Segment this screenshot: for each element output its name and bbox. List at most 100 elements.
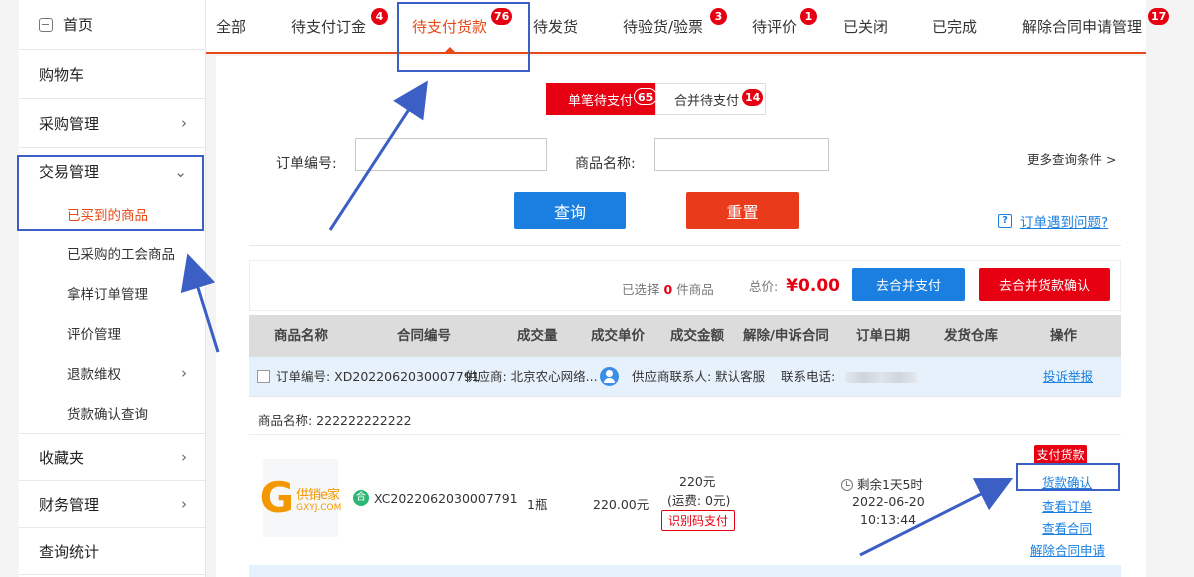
col-unit-price: 成交单价: [591, 328, 645, 344]
sidebar-item-home[interactable]: 首页: [19, 0, 205, 50]
remaining-text: 剩余1天5时: [857, 477, 923, 492]
tab-contract-termination[interactable]: 解除合同申请管理: [1022, 0, 1142, 52]
query-button[interactable]: 查询: [514, 192, 626, 229]
sidebar-subitem-refund[interactable]: 退款维权 ›: [19, 353, 205, 393]
view-order-link[interactable]: 查看订单: [1042, 496, 1092, 515]
order-no-input[interactable]: [355, 138, 547, 171]
tab-label: 已关闭: [843, 17, 889, 36]
logo-g: G: [259, 473, 295, 522]
col-terminate: 解除/申诉合同: [743, 328, 829, 344]
selected-count-value: 0: [663, 282, 673, 297]
sidebar-subitem-sample[interactable]: 拿样订单管理: [19, 273, 205, 313]
subtab-label: 合并待支付: [673, 93, 739, 109]
tab-label: 待评价: [752, 17, 798, 36]
tab-badge: 3: [710, 8, 727, 25]
tab-closed[interactable]: 已关闭: [843, 0, 888, 52]
col-actions: 操作: [1050, 328, 1077, 344]
sidebar-subitem-label: 已采购的工会商品: [67, 247, 175, 263]
sidebar-item-label: 查询统计: [39, 542, 100, 561]
contract-number[interactable]: XC2022062030007791: [374, 491, 518, 506]
subtab-badge: 14: [742, 89, 764, 106]
code-pay-badge[interactable]: 识别码支付: [661, 510, 736, 531]
contract-icon: 合: [353, 490, 369, 506]
order-date: 2022-06-20: [852, 494, 925, 509]
tab-review-pending[interactable]: 待评价: [752, 0, 797, 52]
tab-badge: 1: [800, 8, 817, 25]
sidebar-item-label: 收藏夹: [39, 448, 85, 467]
supplier-contact: 供应商联系人: 默认客服: [632, 369, 766, 384]
sidebar-subitem-label: 货款确认查询: [67, 407, 148, 423]
tab-label: 待验货/验票: [623, 17, 704, 36]
clock-icon: [841, 479, 853, 491]
chevron-right-icon: ›: [181, 495, 187, 513]
chevron-right-icon: ›: [181, 448, 187, 466]
phone-label: 联系电话:: [781, 369, 836, 384]
customer-service-icon[interactable]: [600, 367, 619, 386]
product-name-input[interactable]: [654, 138, 829, 171]
question-icon: ?: [998, 214, 1012, 228]
sidebar-item-stats[interactable]: 查询统计: [19, 528, 205, 575]
total-label: 总价:: [749, 279, 779, 294]
tab-completed[interactable]: 已完成: [932, 0, 977, 52]
next-row-strip: [249, 565, 1121, 577]
divider: [249, 245, 1121, 246]
reset-button[interactable]: 重置: [686, 192, 799, 229]
pay-goods-button[interactable]: 支付货款: [1034, 445, 1087, 465]
merge-confirm-button[interactable]: 去合并货款确认: [979, 268, 1110, 301]
product-image[interactable]: G 供销e家 GXYJ.COM: [259, 459, 342, 537]
merge-pay-button[interactable]: 去合并支付: [852, 268, 965, 301]
col-order-date: 订单日期: [856, 328, 910, 344]
order-checkbox[interactable]: [257, 370, 270, 383]
freight: (运费: 0元): [667, 493, 731, 508]
col-quantity: 成交量: [517, 328, 558, 344]
order-number: 订单编号: XD2022062030007791: [276, 369, 480, 384]
product-name-label: 商品名称:: [575, 156, 636, 172]
col-amount: 成交金额: [670, 328, 724, 344]
order-time: 10:13:44: [860, 512, 917, 527]
chevron-right-icon: ›: [181, 364, 187, 382]
annotation-box-action: [1016, 463, 1120, 491]
view-contract-link[interactable]: 查看合同: [1042, 518, 1092, 537]
more-filters-link[interactable]: 更多查询条件 >: [1027, 149, 1116, 168]
annotation-box-sidebar: [17, 155, 204, 231]
sidebar-item-label: 采购管理: [39, 114, 100, 133]
selected-prefix: 已选择: [622, 282, 660, 297]
order-no-label: 订单编号:: [276, 156, 337, 172]
col-contract-no: 合同编号: [397, 328, 451, 344]
unit-price: 220.00元: [593, 497, 650, 512]
chevron-right-icon: ›: [181, 114, 187, 132]
sidebar: 首页 购物车 采购管理 › 交易管理 ⌄ 已买到的商品 已采购的工会商品 拿样订…: [19, 0, 206, 577]
tab-ship-pending[interactable]: 待发货: [533, 0, 578, 52]
sidebar-item-label: 财务管理: [39, 495, 100, 514]
sidebar-item-label: 购物车: [39, 65, 85, 84]
logo-subtext: GXYJ.COM: [296, 502, 342, 513]
help-label: 订单遇到问题?: [1020, 215, 1109, 231]
sidebar-item-favorites[interactable]: 收藏夹 ›: [19, 434, 205, 481]
sidebar-item-purchase[interactable]: 采购管理 ›: [19, 99, 205, 148]
tab-deposit-pending[interactable]: 待支付订金: [291, 0, 366, 52]
tab-all[interactable]: 全部: [216, 0, 246, 52]
tab-label: 解除合同申请管理: [1022, 17, 1143, 36]
logo-text: 供销e家: [296, 487, 340, 503]
sidebar-item-finance[interactable]: 财务管理 ›: [19, 481, 205, 528]
terminate-contract-link[interactable]: 解除合同申请: [1030, 540, 1105, 559]
tab-inspect-pending[interactable]: 待验货/验票: [623, 0, 703, 52]
sidebar-subitem-payment-confirm[interactable]: 货款确认查询: [19, 393, 205, 433]
supplier-name: 供应商: 北京农心网络...: [465, 369, 598, 384]
tab-badge: 17: [1148, 8, 1170, 25]
tab-label: 已完成: [932, 17, 978, 36]
amount: 220元: [679, 474, 716, 489]
col-product-name: 商品名称: [274, 328, 328, 344]
sidebar-subitem-label: 评价管理: [67, 327, 121, 343]
selected-count: 已选择 0 件商品: [622, 279, 714, 298]
quantity: 1瓶: [527, 497, 548, 512]
sidebar-subitem-union[interactable]: 已采购的工会商品: [19, 233, 205, 273]
sidebar-item-cart[interactable]: 购物车: [19, 50, 205, 99]
home-icon: [39, 17, 53, 32]
tab-label: 待发货: [533, 17, 579, 36]
sidebar-item-label: 首页: [63, 16, 94, 34]
tab-label: 全部: [216, 17, 247, 36]
complaint-link[interactable]: 投诉举报: [1043, 357, 1093, 397]
order-help-link[interactable]: ? 订单遇到问题?: [998, 211, 1108, 231]
sidebar-subitem-review[interactable]: 评价管理: [19, 313, 205, 353]
